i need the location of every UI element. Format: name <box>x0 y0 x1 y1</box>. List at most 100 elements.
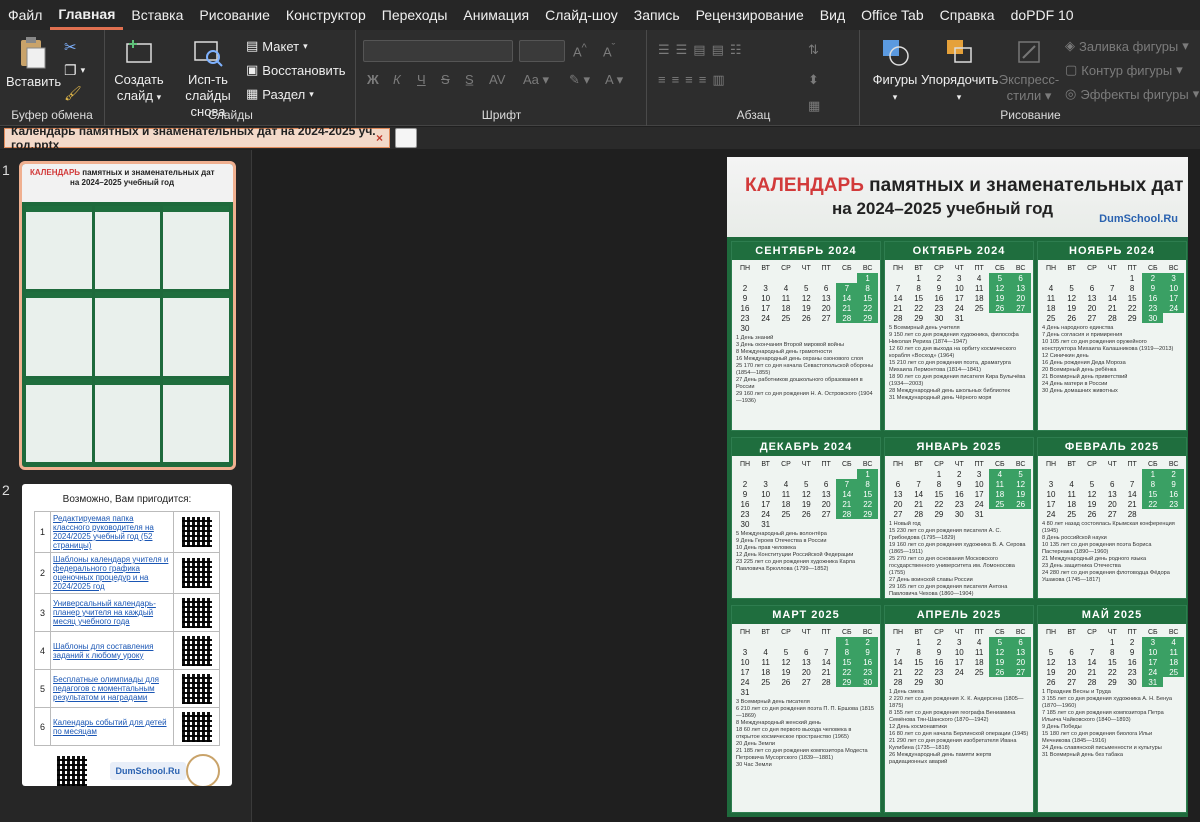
day-cell-empty <box>1062 637 1081 647</box>
shadow-button[interactable]: S̲ <box>465 72 474 87</box>
day-cell: 22 <box>914 303 924 313</box>
section-button[interactable]: ▦ Раздел ▾ <box>246 86 314 102</box>
day-cell: 13 <box>1010 647 1031 657</box>
reset-button[interactable]: ▣ Восстановить <box>246 62 346 78</box>
resource-link[interactable]: Шаблоны для составления заданий к любому… <box>50 631 174 670</box>
resource-link[interactable]: Бесплатные олимпиады для педагогов с мом… <box>50 669 174 708</box>
day-cell: 24 <box>761 313 771 323</box>
layout-button[interactable]: ▤ Макет ▾ <box>246 38 308 54</box>
font-grow-button[interactable]: A^ <box>573 42 587 59</box>
day-cell: 10 <box>954 283 964 293</box>
day-cell: 24 <box>974 499 984 509</box>
spacing-button[interactable]: AV <box>489 72 505 87</box>
cut-button[interactable]: ✂ <box>64 38 77 56</box>
strikethrough-button[interactable]: S <box>441 72 450 87</box>
day-cell: 13 <box>821 489 831 499</box>
event-item: 16 День рождения Деда Мороза <box>1042 360 1126 366</box>
day-cell: 19 <box>1067 303 1077 313</box>
resource-link[interactable]: Редактируемая папка классного руководите… <box>50 511 174 553</box>
resource-qr <box>173 631 220 670</box>
menu-item-12[interactable]: Справка <box>932 0 1003 30</box>
menu-item-5[interactable]: Переходы <box>374 0 456 30</box>
text-direction-button[interactable]: ⇅ <box>808 42 819 58</box>
shape-effects-button[interactable]: ◎ Эффекты фигуры ▾ <box>1065 86 1199 102</box>
menu-item-8[interactable]: Запись <box>626 0 688 30</box>
quick-styles-button[interactable]: Экспресс-стили ▾ <box>997 36 1061 104</box>
bold-button[interactable]: Ж <box>367 72 379 87</box>
resource-link[interactable]: Календарь событий для детей по месяцам <box>50 707 174 746</box>
qr-code-icon <box>181 597 212 628</box>
day-cell: 11 <box>1163 647 1184 657</box>
menu-item-1[interactable]: Главная <box>50 0 124 30</box>
slide-thumbnail-2[interactable]: Возможно, Вам пригодится: 1 Редактируемая… <box>22 484 232 786</box>
menu-item-10[interactable]: Вид <box>812 0 853 30</box>
weekday-label: СБ <box>1147 264 1158 272</box>
slide-thumbnail-1[interactable]: КАЛЕНДАРЬ памятных и знаменательных дат … <box>19 161 236 470</box>
menu-item-3[interactable]: Рисование <box>191 0 278 30</box>
resource-link[interactable]: Шаблоны календаря учителя и федерального… <box>50 552 174 594</box>
menu-item-2[interactable]: Вставка <box>123 0 191 30</box>
list-buttons[interactable]: ☰☰▤▤☷ <box>658 42 748 58</box>
chevron-down-icon: ▾ <box>80 65 86 75</box>
menu-item-4[interactable]: Конструктор <box>278 0 374 30</box>
align-text-button[interactable]: ⬍ <box>808 72 819 88</box>
case-button[interactable]: Aa ▾ <box>523 72 549 88</box>
day-cell: 23 <box>954 499 964 509</box>
paste-button[interactable]: Вставить <box>6 36 61 90</box>
slide-number: 1 <box>2 162 10 178</box>
new-slide-button[interactable]: Создать слайд ▾ <box>110 36 168 105</box>
align-buttons[interactable]: ≡≡≡≡▥ <box>658 72 731 88</box>
weekday-label: ЧТ <box>1107 264 1117 272</box>
menu-item-9[interactable]: Рецензирование <box>688 0 812 30</box>
event-item: 10 105 лет со дня рождения оружейного ко… <box>1042 339 1174 352</box>
day-cell: 6 <box>1110 479 1115 489</box>
document-tab[interactable]: Календарь памятных и знаменательных дат … <box>4 124 390 152</box>
new-tab-button[interactable] <box>395 128 417 148</box>
close-icon[interactable]: × <box>376 131 383 145</box>
format-painter-button[interactable]: 🖌 <box>64 85 82 102</box>
day-cell: 29 <box>1107 677 1117 687</box>
arrange-button[interactable]: Упорядочить ▾ <box>921 36 998 105</box>
new-slide-label-2: слайд <box>116 88 153 103</box>
shadow-icon: S̲ <box>465 72 474 87</box>
event-item: 1 Праздник Весны и Труда <box>1042 689 1111 695</box>
menu-item-13[interactable]: doPDF 10 <box>1003 0 1082 30</box>
day-cell: 7 <box>836 283 858 293</box>
menu-item-11[interactable]: Office Tab <box>853 0 932 30</box>
thumb-month <box>94 378 161 462</box>
font-size-select[interactable] <box>519 40 565 62</box>
event-item: 29 165 лет со дня рождения писателя Анто… <box>889 584 1008 597</box>
event-item: 10 День прав человека <box>736 545 796 551</box>
resource-link[interactable]: Универсальный календарь-планер учителя н… <box>50 593 174 632</box>
day-cell: 27 <box>821 509 831 519</box>
font-family-select[interactable] <box>363 40 513 62</box>
menu-item-6[interactable]: Анимация <box>455 0 537 30</box>
menu-item-7[interactable]: Слайд-шоу <box>537 0 626 30</box>
day-cell: 8 <box>857 479 878 489</box>
month-calendar: ФЕВРАЛЬ 2025 ПН ВТ СР ЧТ ПТ СБ ВС 1 2 3 4 5 6 7 8 9 10 11 1… <box>1037 437 1187 599</box>
shape-outline-button[interactable]: ▢ Контур фигуры ▾ <box>1065 62 1183 78</box>
bullets-icon: ☰☰▤▤☷ <box>658 42 748 57</box>
event-item: 31 Всемирный день без табака <box>1042 752 1123 758</box>
shapes-button[interactable]: Фигуры ▾ <box>865 36 925 105</box>
day-cell: 12 <box>801 293 811 303</box>
italic-button[interactable]: К <box>393 72 401 87</box>
day-cell: 26 <box>989 303 1011 313</box>
font-shrink-button[interactable]: Aˇ <box>603 42 615 59</box>
font-color-button[interactable]: A ▾ <box>605 72 623 88</box>
day-cell: 22 <box>836 667 858 677</box>
copy-button[interactable]: ❐ ▾ <box>64 62 85 79</box>
day-cell-empty <box>775 469 796 479</box>
month-calendar: ЯНВАРЬ 2025 ПН ВТ СР ЧТ ПТ СБ ВС 1 2 3 4 5 6 7 8 9 10 11 12… <box>884 437 1034 599</box>
shape-fill-label: Заливка фигуры <box>1079 38 1179 54</box>
shape-fill-button[interactable]: ◈ Заливка фигуры ▾ <box>1065 38 1189 54</box>
day-cell: 7 <box>836 479 858 489</box>
underline-button[interactable]: Ч <box>417 72 426 87</box>
day-cell: 23 <box>740 509 750 519</box>
menu-item-0[interactable]: Файл <box>0 0 50 30</box>
day-cell: 3 <box>763 479 768 489</box>
highlight-button[interactable]: ✎ ▾ <box>569 72 590 88</box>
current-slide[interactable]: КАЛЕНДАРЬ памятных и знаменательных дат … <box>727 157 1188 817</box>
day-cell: 16 <box>1142 293 1164 303</box>
event-item: 23 225 лет со дня рождения художника Кар… <box>736 559 856 572</box>
